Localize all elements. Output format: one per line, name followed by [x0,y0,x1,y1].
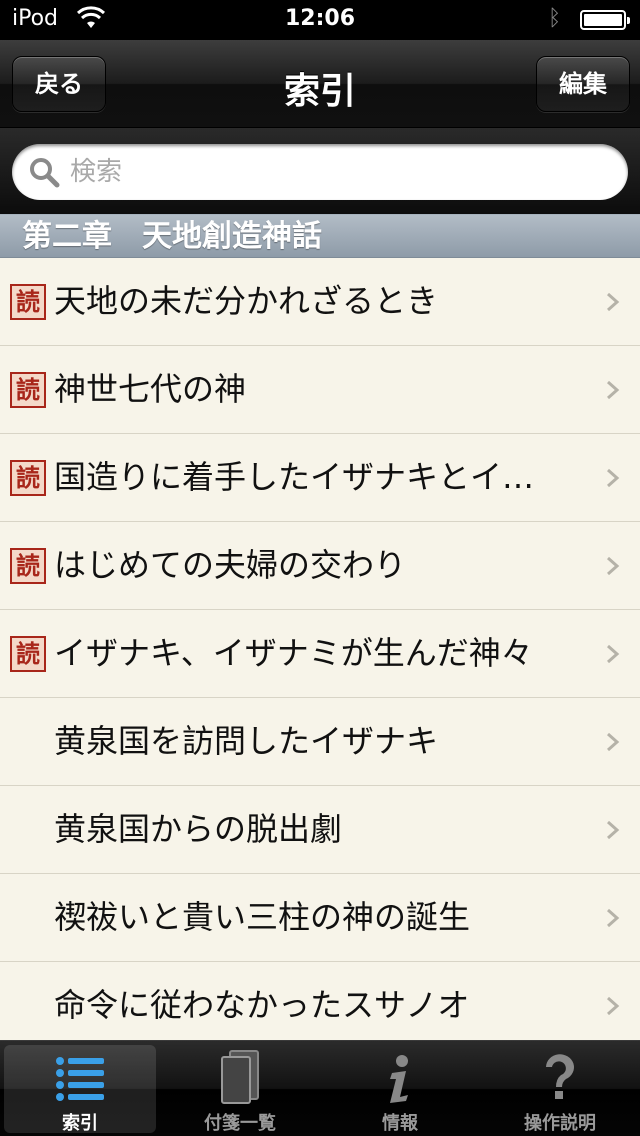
section-header: 第二章 天地創造神話 [0,214,640,258]
chevron-right-icon [607,380,620,400]
tab-bar: 索引 付箋一覧 情報 操作説明 [0,1040,640,1136]
help-icon [546,1054,574,1099]
list-icon [56,1057,104,1101]
tab-label: 情報 [382,1113,418,1134]
list-item[interactable]: 禊祓いと貴い三柱の神の誕生 [0,874,640,962]
list-item[interactable]: 読 国造りに着手したイザナキとイ… [0,434,640,522]
chevron-right-icon [607,292,620,312]
list-item-label: 黄泉国を訪問したイザナキ [54,722,439,760]
battery-icon [580,10,630,30]
tab-help[interactable]: 操作説明 [484,1045,636,1134]
chevron-right-icon [607,732,620,752]
chevron-right-icon [607,468,620,488]
list-item-label: 黄泉国からの脱出劇 [54,810,343,848]
tab-label: 索引 [62,1113,98,1134]
list-item-label: 命令に従わなかったスサノオ [54,986,470,1024]
tab-label: 付箋一覧 [204,1113,276,1134]
search-bar [0,128,640,214]
navigation-bar: 戻る 索引 編集 [0,40,640,128]
chevron-right-icon [607,556,620,576]
list-item[interactable]: 読 はじめての夫婦の交わり [0,522,640,610]
list-item-label: 天地の未だ分かれざるとき [54,282,439,320]
pages-icon [221,1050,259,1104]
tab-index[interactable]: 索引 [4,1045,156,1134]
search-field-container[interactable] [12,144,628,200]
read-badge-icon: 読 [10,372,46,408]
list-item[interactable]: 命令に従わなかったスサノオ [0,962,640,1040]
edit-button[interactable]: 編集 [536,56,630,112]
tab-label: 操作説明 [524,1113,596,1134]
search-input[interactable] [70,144,610,200]
read-badge-icon: 読 [10,460,46,496]
chevron-right-icon [607,820,620,840]
list-item[interactable]: 黄泉国を訪問したイザナキ [0,698,640,786]
tab-sticky-notes[interactable]: 付箋一覧 [164,1045,316,1134]
chevron-right-icon [607,644,620,664]
list-item[interactable]: 読 神世七代の神 [0,346,640,434]
list-item-label: 神世七代の神 [54,370,247,408]
chapter-list: 読 天地の未だ分かれざるとき 読 神世七代の神 読 国造りに着手したイザナキとイ… [0,258,640,1040]
bluetooth-icon: ᛒ [548,6,562,31]
info-icon [390,1055,408,1103]
list-item-label: 禊祓いと貴い三柱の神の誕生 [54,898,471,936]
read-badge-icon: 読 [10,548,46,584]
list-item-label: はじめての夫婦の交わり [54,546,407,584]
chevron-right-icon [607,996,620,1016]
chevron-right-icon [607,908,620,928]
list-item[interactable]: 黄泉国からの脱出劇 [0,786,640,874]
list-item-label: イザナキ、イザナミが生んだ神々 [54,634,533,672]
list-item-label: 国造りに着手したイザナキとイ… [54,458,535,496]
status-time: 12:06 [284,6,356,31]
tab-info[interactable]: 情報 [324,1045,476,1134]
read-badge-icon: 読 [10,636,46,672]
status-bar: iPod 12:06 ᛒ [0,0,640,40]
list-item[interactable]: 読 天地の未だ分かれざるとき [0,258,640,346]
read-badge-icon: 読 [10,284,46,320]
search-icon [30,158,60,188]
list-item[interactable]: 読 イザナキ、イザナミが生んだ神々 [0,610,640,698]
